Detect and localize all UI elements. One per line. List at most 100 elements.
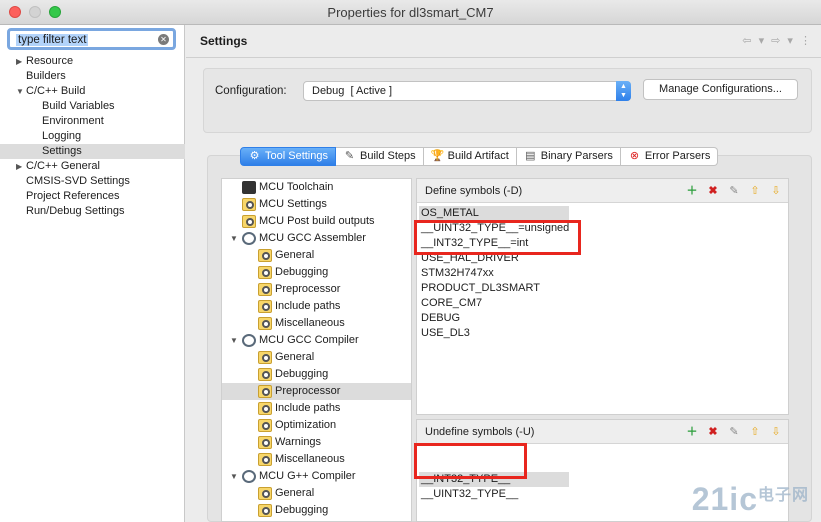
tool-settings-icon: ⚙ <box>249 150 260 162</box>
tree-item-mcu-gcc-assembler[interactable]: ▼ MCU GCC Assembler <box>222 230 411 247</box>
settings-nav: ▶ Resource Builders ▼ C/C++ Build Build Varia… <box>0 54 185 219</box>
tree-item-include-paths[interactable]: Include paths <box>222 400 411 417</box>
tree-item-label: MCU GCC Compiler <box>259 334 359 346</box>
tree-item-general[interactable]: General <box>222 349 411 366</box>
sidebar-item-project-references[interactable]: Project References <box>0 189 185 204</box>
add-icon[interactable]: ＋ <box>684 424 700 440</box>
symbol-item[interactable]: CORE_CM7 <box>419 296 484 311</box>
tab-label: Error Parsers <box>644 150 711 162</box>
symbol-item[interactable]: DEBUG <box>419 311 462 326</box>
tab-tool-settings[interactable]: ⚙ Tool Settings <box>240 147 336 166</box>
tree-item-preprocessor[interactable]: Preprocessor <box>222 281 411 298</box>
configuration-group: Configuration: Debug [ Active ] ▲ ▼ Manag… <box>203 68 812 133</box>
tree-item-miscellaneous[interactable]: Miscellaneous <box>222 451 411 468</box>
folder-gear-icon <box>258 453 272 466</box>
highlight-box <box>414 220 581 255</box>
configuration-select[interactable]: Debug [ Active ] ▲ ▼ <box>303 81 631 101</box>
chevron-down-icon[interactable]: ▼ <box>230 468 238 485</box>
move-up-icon[interactable]: ⇧ <box>747 424 763 440</box>
add-icon[interactable]: ＋ <box>684 183 700 199</box>
sidebar-item-builders[interactable]: Builders <box>0 69 185 84</box>
chevron-right-icon[interactable]: ▶ <box>16 54 22 69</box>
gear-icon <box>262 388 270 396</box>
tree-item-general[interactable]: General <box>222 485 411 502</box>
sidebar-item-logging[interactable]: Logging <box>0 129 185 144</box>
edit-icon[interactable]: ✎ <box>726 424 742 440</box>
sidebar-item-run-debug-settings[interactable]: Run/Debug Settings <box>0 204 185 219</box>
tab-build-artifact[interactable]: 🏆 Build Artifact <box>423 147 517 166</box>
tree-item-label: Warnings <box>275 436 322 448</box>
tree-item-label: MCU Toolchain <box>259 181 334 193</box>
folder-gear-icon <box>258 351 272 364</box>
sidebar-item-environment[interactable]: Environment <box>0 114 185 129</box>
symbol-item[interactable]: STM32H747xx <box>419 266 496 281</box>
tree-item-include-paths[interactable]: Include paths <box>222 298 411 315</box>
tree-item-mcu-g-compiler[interactable]: ▼ MCU G++ Compiler <box>222 468 411 485</box>
tree-item-debugging[interactable]: Debugging <box>222 264 411 281</box>
tree-item-debugging[interactable]: Debugging <box>222 366 411 383</box>
sidebar-item-c-c-build[interactable]: ▼ C/C++ Build <box>0 84 185 99</box>
edit-icon[interactable]: ✎ <box>726 183 742 199</box>
gear-icon <box>262 371 270 379</box>
gear-icon <box>262 439 270 447</box>
title-bar: Properties for dl3smart_CM7 <box>0 0 821 25</box>
tab-label: Binary Parsers <box>540 150 613 162</box>
sidebar-item-c-c-general[interactable]: ▶ C/C++ General <box>0 159 185 174</box>
delete-icon[interactable]: ✖ <box>705 424 721 440</box>
filter-input[interactable]: type filter text ✕ <box>7 28 176 50</box>
symbol-item[interactable]: USE_DL3 <box>419 326 472 341</box>
tree-item-label: Preprocessor <box>275 385 341 397</box>
chevron-down-icon[interactable]: ▼ <box>16 84 24 99</box>
tree-item-mcu-toolchain[interactable]: MCU Toolchain <box>222 179 411 196</box>
sidebar-item-settings[interactable]: Settings <box>0 144 185 159</box>
symbol-item[interactable]: OS_METAL <box>419 206 569 221</box>
tree-item-debugging[interactable]: Debugging <box>222 502 411 519</box>
tree-item-warnings[interactable]: Warnings <box>222 434 411 451</box>
sidebar-item-build-variables[interactable]: Build Variables <box>0 99 185 114</box>
gear-icon <box>246 218 254 226</box>
tree-item-label: MCU G++ Compiler <box>259 470 356 482</box>
manage-configurations-button[interactable]: Manage Configurations... <box>643 79 798 100</box>
undefine-symbols-header: Undefine symbols (-U) ＋ ✖ ✎ ⇧ ⇩ <box>417 420 788 444</box>
folder-gear-icon <box>242 215 256 228</box>
tree-item-label: Include paths <box>275 402 341 414</box>
folder-gear-icon <box>258 368 272 381</box>
tab-binary-parsers[interactable]: ▤ Binary Parsers <box>516 147 621 166</box>
folder-gear-icon <box>258 317 272 330</box>
tab-error-parsers[interactable]: ⊗ Error Parsers <box>620 147 719 166</box>
build-artifact-icon: 🏆 <box>430 150 445 162</box>
sidebar-item-label: Environment <box>42 115 104 127</box>
binary-parsers-icon: ▤ <box>525 150 536 162</box>
chevron-down-icon[interactable]: ▼ <box>230 332 238 349</box>
folder-gear-icon <box>258 436 272 449</box>
tree-item-mcu-settings[interactable]: MCU Settings <box>222 196 411 213</box>
sidebar-item-resource[interactable]: ▶ Resource <box>0 54 185 69</box>
symbol-item[interactable]: __UINT32_TYPE__ <box>419 487 520 502</box>
tree-item-mcu-post-build-outputs[interactable]: MCU Post build outputs <box>222 213 411 230</box>
tree-item-label: Preprocessor <box>275 283 341 295</box>
sidebar-item-cmsis-svd-settings[interactable]: CMSIS-SVD Settings <box>0 174 185 189</box>
tree-item-miscellaneous[interactable]: Miscellaneous <box>222 315 411 332</box>
tree-item-label: Debugging <box>275 368 329 380</box>
move-down-icon[interactable]: ⇩ <box>768 183 784 199</box>
move-down-icon[interactable]: ⇩ <box>768 424 784 440</box>
tree-item-optimization[interactable]: Optimization <box>222 417 411 434</box>
tree-item-preprocessor[interactable]: Preprocessor <box>222 383 411 400</box>
tab-label: Tool Settings <box>265 150 328 162</box>
move-up-icon[interactable]: ⇧ <box>747 183 763 199</box>
gear-icon <box>262 354 270 362</box>
history-nav-icons[interactable]: ⇦ ▾ ⇨ ▾ ⋮ <box>742 34 813 47</box>
tree-item-general[interactable]: General <box>222 247 411 264</box>
chevron-down-icon[interactable]: ▼ <box>230 230 238 247</box>
tab-build-steps[interactable]: ✎ Build Steps <box>335 147 424 166</box>
symbol-item[interactable]: PRODUCT_DL3SMART <box>419 281 542 296</box>
sidebar-item-label: Resource <box>26 55 74 67</box>
highlight-box <box>414 443 527 479</box>
delete-icon[interactable]: ✖ <box>705 183 721 199</box>
tree-item-label: General <box>275 351 315 363</box>
clear-icon[interactable]: ✕ <box>158 34 169 45</box>
undefine-symbols-title: Undefine symbols (-U) <box>425 426 535 438</box>
sidebar-item-label: Build Variables <box>42 100 115 112</box>
tree-item-mcu-gcc-compiler[interactable]: ▼ MCU GCC Compiler <box>222 332 411 349</box>
chevron-right-icon[interactable]: ▶ <box>16 159 22 174</box>
